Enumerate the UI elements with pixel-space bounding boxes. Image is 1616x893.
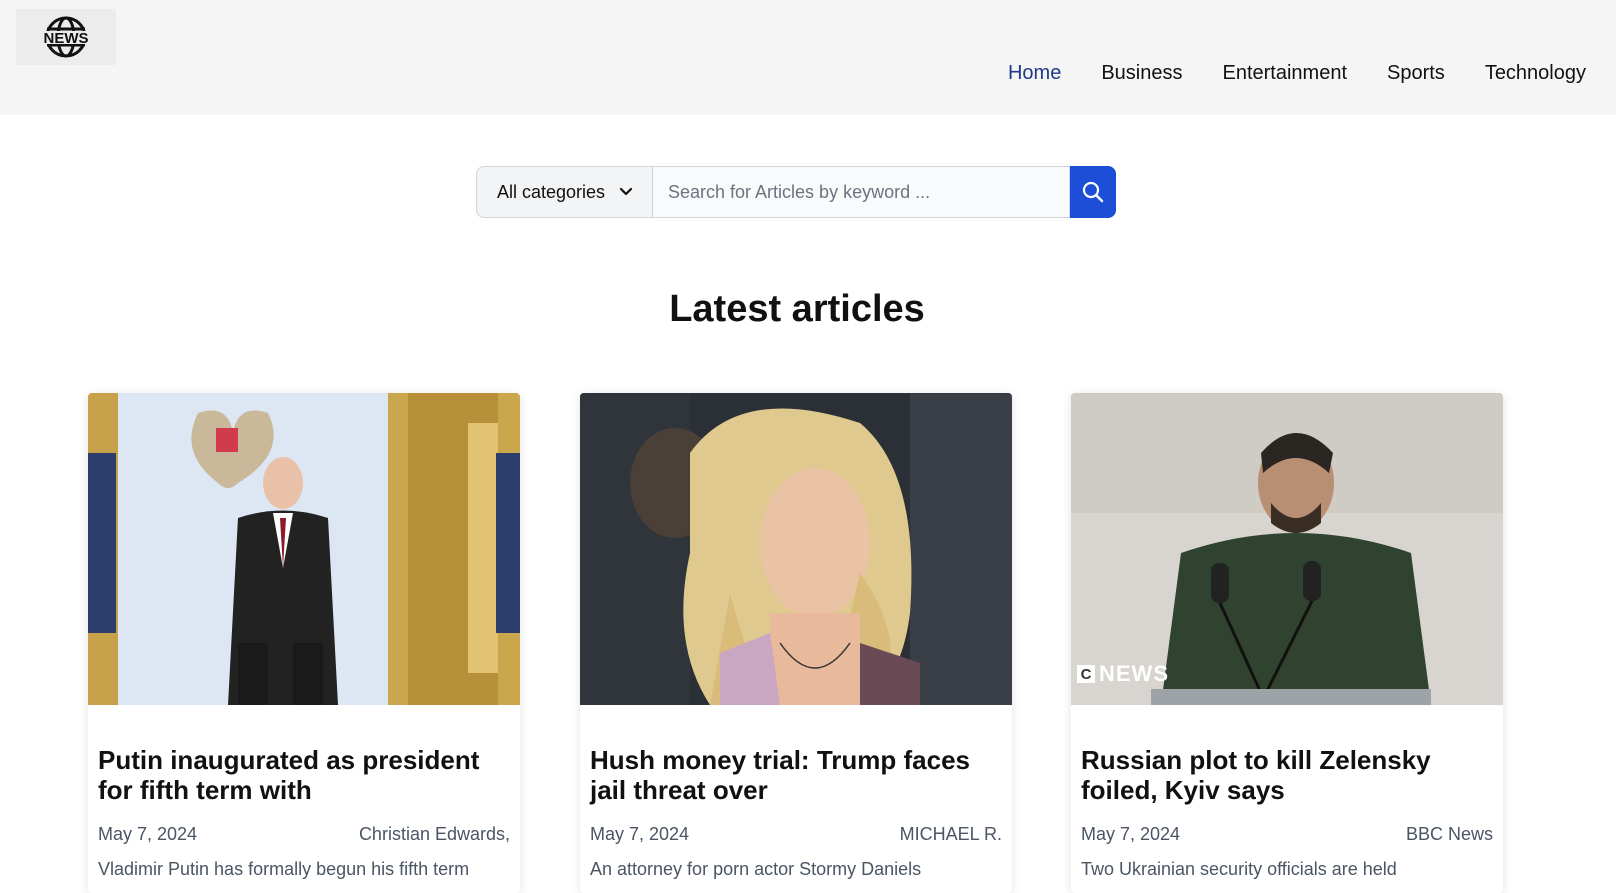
article-image[interactable] xyxy=(88,393,520,705)
article-card[interactable]: Putin inaugurated as president for fifth… xyxy=(88,393,520,893)
article-date: May 7, 2024 xyxy=(98,824,198,844)
article-author: BBC News xyxy=(1405,824,1493,844)
main-nav: Home Business Entertainment Sports Techn… xyxy=(1008,62,1586,85)
article-title[interactable]: Russian plot to kill Zelensky foiled, Ky… xyxy=(1081,745,1496,805)
article-card[interactable]: Hush money trial: Trump faces jail threa… xyxy=(580,393,1012,893)
nav-technology[interactable]: Technology xyxy=(1485,62,1586,85)
article-description: An attorney for porn actor Stormy Daniel… xyxy=(590,859,922,879)
nav-entertainment[interactable]: Entertainment xyxy=(1222,62,1347,85)
article-author: Christian Edwards, xyxy=(358,824,510,844)
article-card[interactable]: C NEWS Russian plot to kill Zelensky foi… xyxy=(1071,393,1503,893)
nav-sports[interactable]: Sports xyxy=(1387,62,1445,85)
nav-business[interactable]: Business xyxy=(1101,62,1182,85)
article-date: May 7, 2024 xyxy=(590,824,690,844)
article-description: Two Ukrainian security officials are hel… xyxy=(1081,859,1397,879)
watermark-letter: C xyxy=(1077,665,1095,683)
article-date: May 7, 2024 xyxy=(1081,824,1181,844)
article-image[interactable]: C NEWS xyxy=(1071,393,1503,705)
section-title: Latest articles xyxy=(669,288,925,330)
category-dropdown[interactable]: All categories xyxy=(476,166,652,218)
search-bar: All categories xyxy=(476,166,1116,218)
category-selected-label: All categories xyxy=(497,181,606,202)
globe-logo-icon: NEWS xyxy=(37,16,95,58)
article-title[interactable]: Putin inaugurated as president for fifth… xyxy=(98,745,513,805)
article-title[interactable]: Hush money trial: Trump faces jail threa… xyxy=(590,745,1005,805)
article-description: Vladimir Putin has formally begun his fi… xyxy=(98,859,470,879)
image-watermark: C NEWS xyxy=(1077,661,1169,687)
search-button[interactable] xyxy=(1070,166,1116,218)
watermark-text: NEWS xyxy=(1099,661,1169,686)
logo-text: NEWS xyxy=(44,30,89,47)
article-image[interactable] xyxy=(580,393,1012,705)
chevron-down-icon xyxy=(619,187,633,197)
article-author: MICHAEL R. xyxy=(899,824,1002,844)
site-logo[interactable]: NEWS xyxy=(16,9,116,65)
nav-home[interactable]: Home xyxy=(1008,62,1061,85)
search-icon xyxy=(1082,181,1104,203)
search-input[interactable] xyxy=(652,166,1070,218)
header: NEWS Home Business Entertainment Sports … xyxy=(0,0,1616,115)
